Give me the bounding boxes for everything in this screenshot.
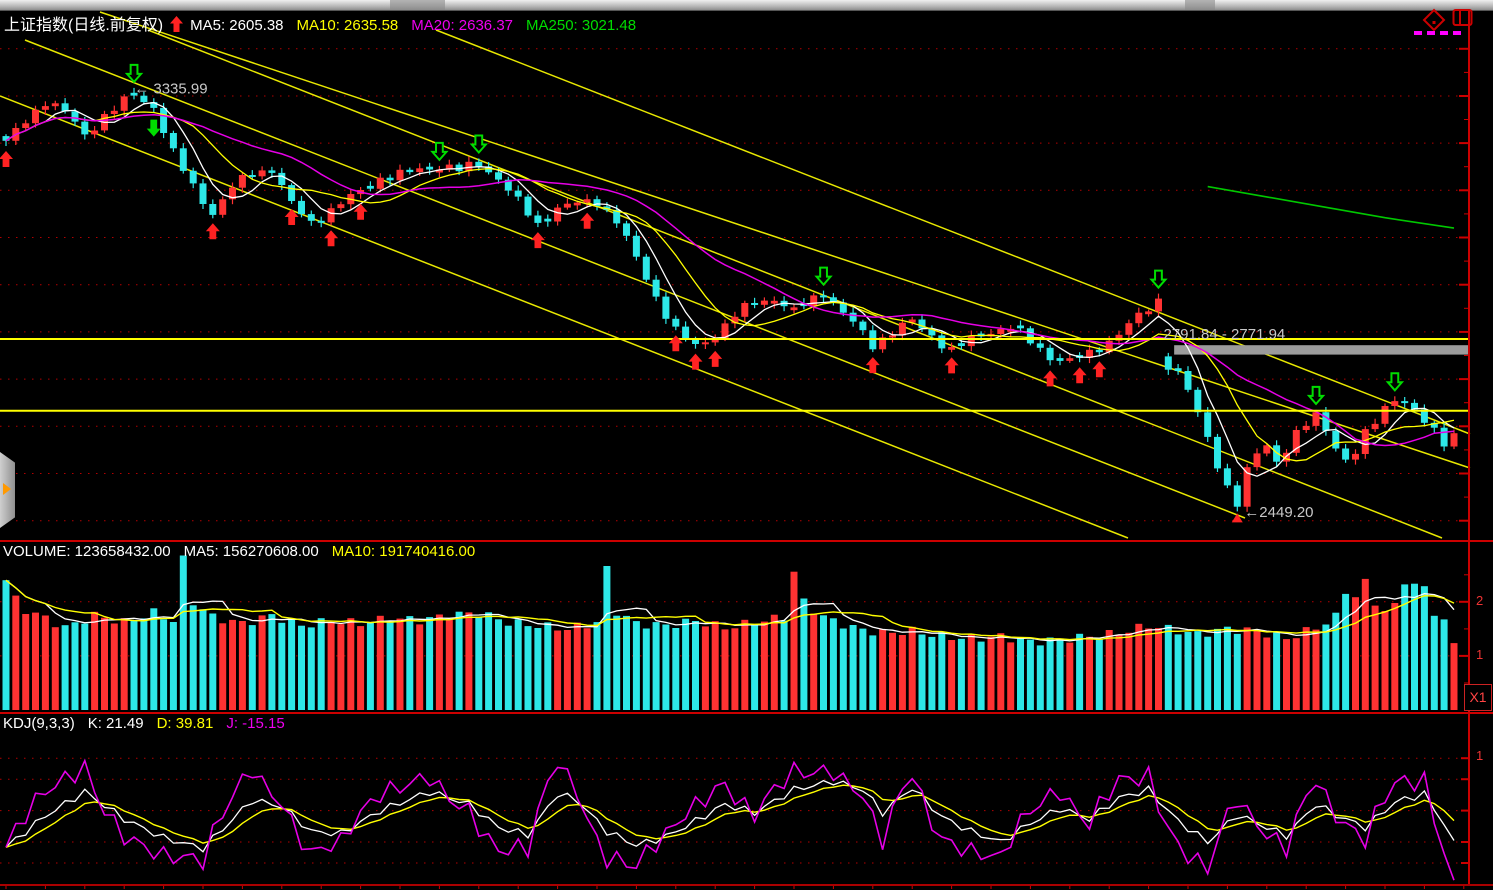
up-arrow-icon — [170, 16, 183, 32]
sidebar-expand-tab[interactable] — [0, 452, 15, 528]
svg-text:← 3335.99: ← 3335.99 — [134, 80, 207, 97]
kdj-pane[interactable] — [0, 758, 1469, 880]
split-window-icon[interactable] — [1452, 8, 1474, 28]
kdj-legend: KDJ(9,3,3) K: 21.49 D: 39.81 J: -15.15 — [3, 715, 298, 732]
volume-legend: VOLUME: 123658432.00 MA5: 156270608.00 MA1… — [3, 543, 488, 560]
main-chart-header: 上证指数(日线.前复权) MA5: 2605.38 MA10: 2635.58 MA2… — [4, 11, 662, 35]
window-top-strip — [0, 0, 1493, 11]
svg-text:←2449.20: ←2449.20 — [1244, 504, 1313, 521]
volume-axis-label: 2 — [1476, 593, 1483, 608]
trading-app-window: 上证指数(日线.前复权) MA5: 2605.38 MA10: 2635.58 MA2… — [0, 0, 1493, 890]
top-strip-notch — [390, 0, 445, 10]
kdj-axis-label: 1 — [1476, 748, 1483, 763]
kdj-stat: KDJ(9,3,3) — [3, 715, 75, 732]
diamond-tool-icon[interactable] — [1422, 8, 1446, 32]
ma-value: MA5: 2605.38 — [190, 17, 283, 34]
ma-value: MA20: 2636.37 — [411, 17, 513, 34]
ma-value: MA10: 2635.58 — [297, 17, 399, 34]
toolbar-icons — [1422, 8, 1474, 32]
kdj-stat: J: -15.15 — [226, 715, 284, 732]
volume-stat: VOLUME: 123658432.00 — [3, 543, 171, 560]
ma-value: MA250: 3021.48 — [526, 17, 636, 34]
volume-stat: MA5: 156270608.00 — [184, 543, 319, 560]
volume-axis-label: 1 — [1476, 647, 1483, 662]
main-candlestick-pane[interactable]: ← 3335.99 ←2449.20 2791.84 - 2771.94 — [0, 12, 1470, 538]
kdj-header: KDJ(9,3,3) K: 21.49 D: 39.81 J: -15.15 — [3, 715, 311, 732]
chart-title: 上证指数(日线.前复权) — [4, 11, 163, 35]
kdj-stat: K: 21.49 — [88, 715, 144, 732]
expand-arrow-icon — [3, 483, 11, 495]
scale-badge[interactable]: X1 — [1464, 684, 1492, 711]
chart-canvas[interactable]: ← 3335.99 ←2449.20 2791.84 - 2771.94 — [0, 0, 1493, 890]
svg-text:2791.84 - 2771.94: 2791.84 - 2771.94 — [1164, 326, 1286, 343]
top-strip-notch — [1185, 0, 1215, 10]
ma-legend: MA5: 2605.38 MA10: 2635.58 MA20: 2636.37 MA… — [190, 17, 649, 34]
kdj-stat: D: 39.81 — [157, 715, 214, 732]
volume-pane[interactable] — [0, 556, 1469, 711]
volume-header: VOLUME: 123658432.00 MA5: 156270608.00 MA1… — [3, 543, 501, 560]
selected-drawing-indicator — [1414, 31, 1464, 35]
volume-stat: MA10: 191740416.00 — [332, 543, 475, 560]
